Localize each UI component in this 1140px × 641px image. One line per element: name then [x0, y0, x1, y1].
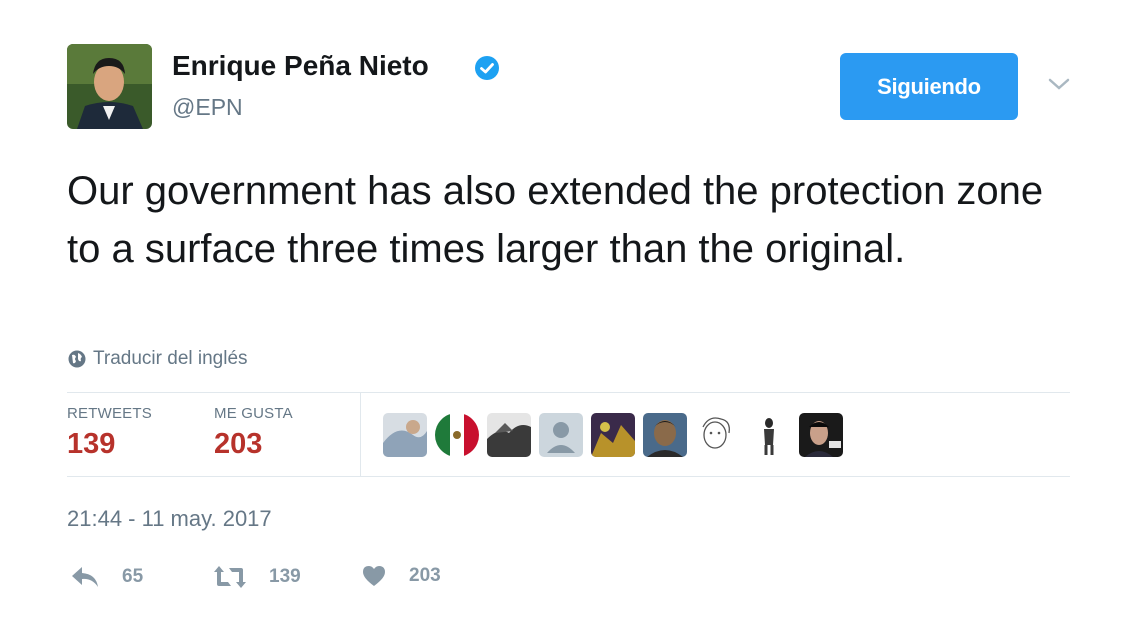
likes-value: 203	[214, 428, 263, 460]
liker-avatar[interactable]	[591, 413, 635, 457]
translate-label: Traducir del inglés	[93, 348, 248, 369]
retweets-stat[interactable]: RETWEETS 139	[67, 405, 152, 461]
likes-stat[interactable]: ME GUSTA 203	[214, 405, 293, 461]
liker-avatar-mexico-flag[interactable]	[435, 413, 479, 457]
likes-label: ME GUSTA	[214, 405, 293, 422]
tweet-timestamp[interactable]: 21:44 - 11 may. 2017	[67, 506, 272, 532]
retweet-count: 139	[269, 566, 301, 587]
author-avatar[interactable]	[67, 44, 152, 129]
liker-avatar[interactable]	[383, 413, 427, 457]
retweets-value: 139	[67, 428, 116, 460]
author-handle[interactable]: @EPN	[172, 94, 243, 121]
default-user-icon[interactable]	[539, 413, 583, 457]
heart-icon	[361, 564, 387, 588]
following-button[interactable]: Siguiendo	[840, 53, 1018, 120]
globe-icon	[67, 349, 87, 369]
liker-avatar[interactable]	[799, 413, 843, 457]
stats-bottom-divider	[67, 476, 1070, 477]
liker-avatar[interactable]	[695, 413, 739, 457]
author-name[interactable]: Enrique Peña Nieto	[172, 50, 429, 82]
like-count: 203	[409, 565, 441, 586]
stats-top-divider	[67, 392, 1070, 393]
retweet-icon	[213, 564, 247, 590]
liker-avatar[interactable]	[747, 413, 791, 457]
liker-avatar[interactable]	[643, 413, 687, 457]
reply-button[interactable]: 65	[70, 564, 143, 590]
liker-avatar[interactable]	[487, 413, 531, 457]
like-button[interactable]: 203	[361, 564, 441, 588]
tweet-text: Our government has also extended the pro…	[67, 169, 1044, 271]
verified-badge-icon	[474, 55, 500, 81]
translate-link[interactable]: Traducir del inglés	[67, 348, 248, 370]
stats-vertical-divider	[360, 393, 361, 476]
reply-icon	[70, 564, 100, 590]
retweet-button[interactable]: 139	[213, 564, 301, 590]
retweets-label: RETWEETS	[67, 405, 152, 422]
reply-count: 65	[122, 566, 144, 587]
chevron-down-icon[interactable]	[1046, 74, 1072, 94]
